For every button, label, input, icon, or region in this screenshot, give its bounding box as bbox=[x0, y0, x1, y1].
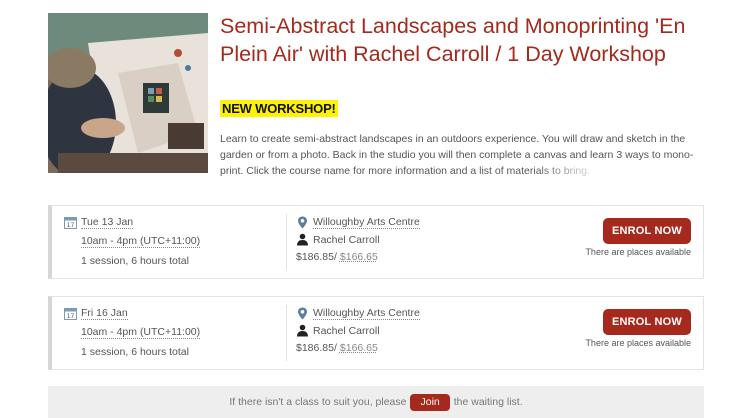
session-card: 17 Fri 16 Jan 10am - 4pm (UTC+11:00) 1 s… bbox=[48, 296, 704, 370]
session-details: Willoughby Arts Centre Rachel Carroll $1… bbox=[296, 214, 496, 265]
price-current: $186.85 bbox=[296, 342, 334, 354]
venue-link[interactable]: Willoughby Arts Centre bbox=[313, 216, 420, 229]
availability-text: There are places available bbox=[561, 338, 691, 348]
price-row: $186.85/$166.65 bbox=[296, 248, 496, 265]
price-row: $186.85/$166.65 bbox=[296, 339, 496, 356]
enrol-area: ENROL NOW There are places available bbox=[561, 309, 691, 348]
session-details: Willoughby Arts Centre Rachel Carroll $1… bbox=[296, 305, 496, 356]
price-current: $186.85 bbox=[296, 251, 334, 263]
session-summary-row: 1 session, 6 hours total bbox=[64, 343, 286, 360]
price-concession: $166.65 bbox=[340, 251, 378, 263]
session-time: 10am - 4pm (UTC+11:00) bbox=[81, 235, 200, 248]
tutor-name: Rachel Carroll bbox=[313, 325, 380, 337]
session-date-row: 17 Fri 16 Jan bbox=[64, 305, 286, 322]
column-divider bbox=[286, 305, 287, 361]
session-time: 10am - 4pm (UTC+11:00) bbox=[81, 326, 200, 339]
waiting-list-bar: If there isn't a class to suit you, plea… bbox=[48, 386, 704, 418]
price-separator: / bbox=[334, 342, 337, 354]
availability-text: There are places available bbox=[561, 247, 691, 257]
column-divider bbox=[286, 214, 287, 270]
map-pin-icon bbox=[296, 307, 309, 320]
enrol-now-button[interactable]: ENROL NOW bbox=[603, 309, 691, 335]
session-card: 17 Tue 13 Jan 10am - 4pm (UTC+11:00) 1 s… bbox=[48, 205, 704, 279]
session-time-row: 10am - 4pm (UTC+11:00) bbox=[64, 233, 286, 250]
course-description-text: Learn to create semi-abstract landscapes… bbox=[220, 133, 693, 177]
session-date: Tue 13 Jan bbox=[81, 216, 133, 229]
session-summary: 1 session, 6 hours total bbox=[81, 255, 189, 267]
price-concession: $166.65 bbox=[340, 342, 378, 354]
calendar-icon: 17 bbox=[64, 216, 77, 229]
person-icon bbox=[296, 324, 309, 337]
calendar-icon: 17 bbox=[64, 307, 77, 320]
session-date-row: 17 Tue 13 Jan bbox=[64, 214, 286, 231]
course-description-faded: a list of materials to bring. bbox=[470, 165, 590, 177]
course-title[interactable]: Semi-Abstract Landscapes and Monoprintin… bbox=[220, 12, 710, 68]
tutor-row: Rachel Carroll bbox=[296, 322, 496, 339]
join-waitlist-button[interactable]: Join bbox=[410, 394, 449, 411]
session-schedule: 17 Fri 16 Jan 10am - 4pm (UTC+11:00) 1 s… bbox=[64, 305, 286, 362]
course-description: Learn to create semi-abstract landscapes… bbox=[220, 131, 710, 179]
course-image[interactable] bbox=[48, 13, 208, 173]
venue-row: Willoughby Arts Centre bbox=[296, 214, 496, 231]
tutor-row: Rachel Carroll bbox=[296, 231, 496, 248]
enrol-area: ENROL NOW There are places available bbox=[561, 218, 691, 257]
new-workshop-badge: NEW WORKSHOP! bbox=[220, 100, 338, 117]
session-summary-row: 1 session, 6 hours total bbox=[64, 252, 286, 269]
session-summary: 1 session, 6 hours total bbox=[81, 346, 189, 358]
waitlist-prefix: If there isn't a class to suit you, plea… bbox=[229, 396, 406, 408]
session-time-row: 10am - 4pm (UTC+11:00) bbox=[64, 324, 286, 341]
map-pin-icon bbox=[296, 216, 309, 229]
venue-link[interactable]: Willoughby Arts Centre bbox=[313, 307, 420, 320]
session-schedule: 17 Tue 13 Jan 10am - 4pm (UTC+11:00) 1 s… bbox=[64, 214, 286, 271]
session-date: Fri 16 Jan bbox=[81, 307, 128, 320]
enrol-now-button[interactable]: ENROL NOW bbox=[603, 218, 691, 244]
svg-text:17: 17 bbox=[67, 222, 75, 229]
venue-row: Willoughby Arts Centre bbox=[296, 305, 496, 322]
svg-text:17: 17 bbox=[67, 313, 75, 320]
waitlist-suffix: the waiting list. bbox=[454, 396, 523, 408]
workshop-photo-illustration bbox=[48, 13, 208, 173]
price-separator: / bbox=[334, 251, 337, 263]
person-icon bbox=[296, 233, 309, 246]
tutor-name: Rachel Carroll bbox=[313, 234, 380, 246]
